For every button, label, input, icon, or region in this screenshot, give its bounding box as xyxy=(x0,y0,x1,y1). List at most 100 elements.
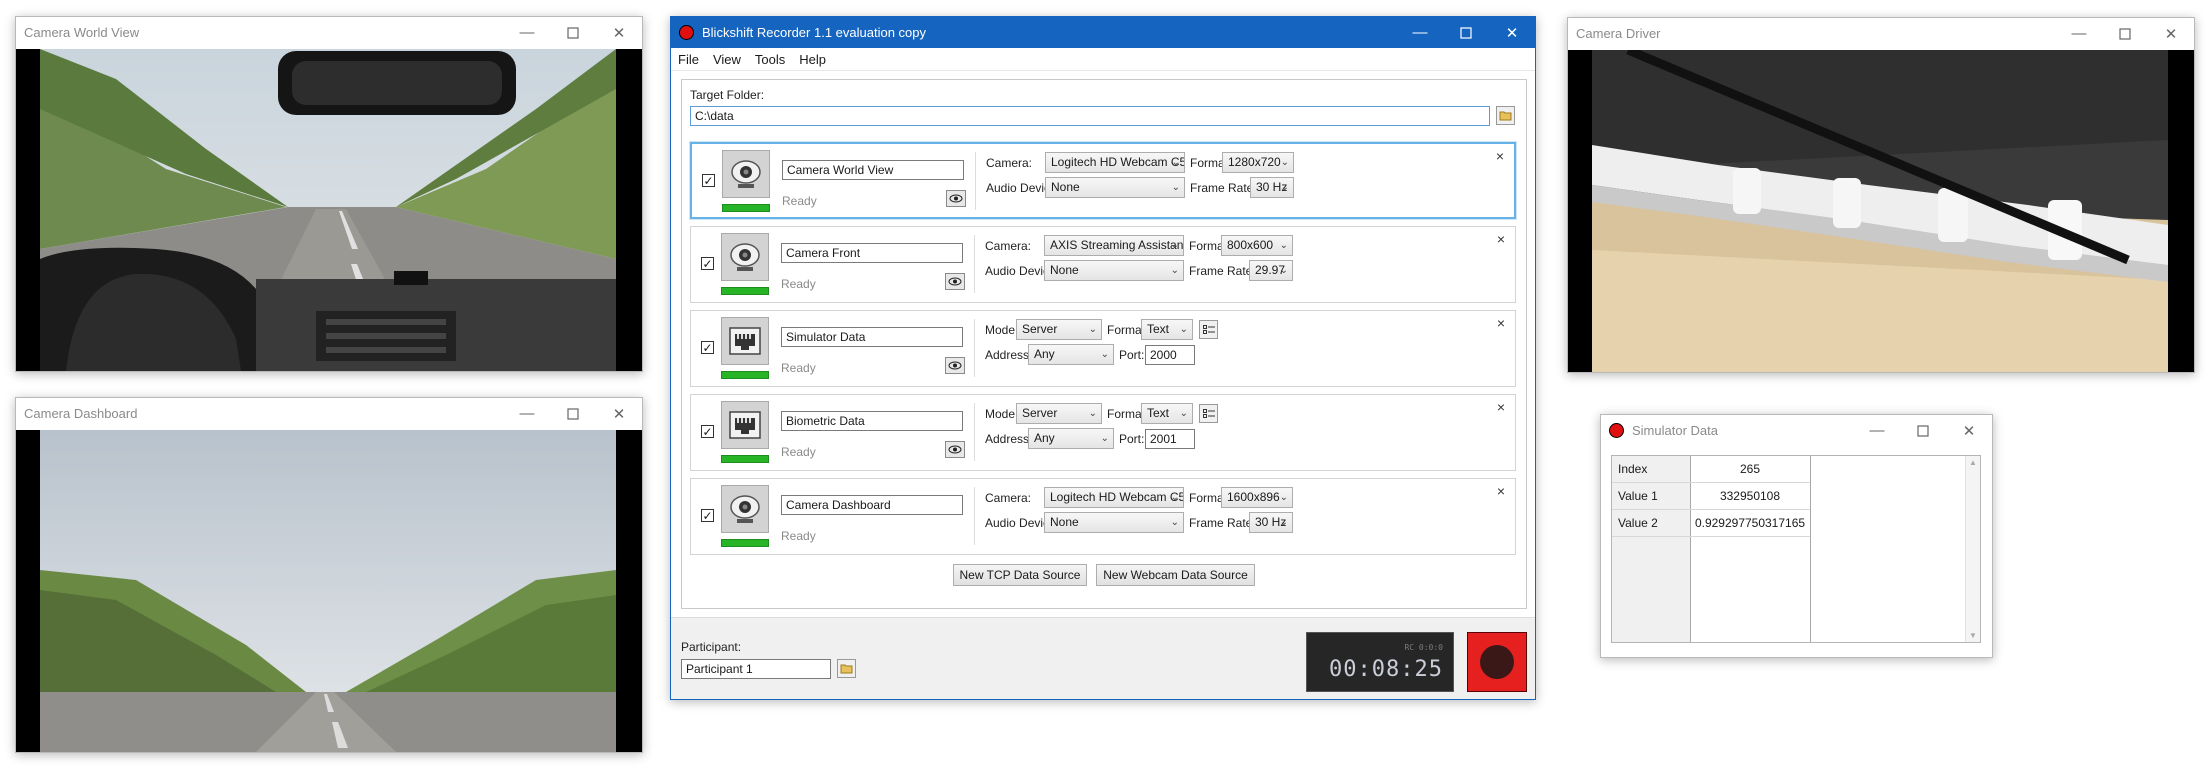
frame-rate-select[interactable]: 30 Hz ⌄ xyxy=(1249,512,1293,533)
ready-level-bar xyxy=(721,455,769,463)
minimize-icon[interactable]: — xyxy=(1854,415,1900,446)
participant-browse-button[interactable] xyxy=(837,659,856,678)
source-name-input[interactable]: Biometric Data xyxy=(781,411,963,431)
title-bar[interactable]: Camera World View — ✕ xyxy=(16,17,642,48)
scroll-down-icon[interactable]: ▼ xyxy=(1969,631,1977,640)
source-enabled-checkbox[interactable]: ✓ xyxy=(702,174,715,187)
minimize-icon[interactable]: — xyxy=(504,17,550,48)
port-input[interactable]: 2001 xyxy=(1145,429,1195,449)
card-divider xyxy=(974,319,975,377)
format-select[interactable]: 1600x896 ⌄ xyxy=(1221,487,1293,508)
address-select[interactable]: Any ⌄ xyxy=(1028,344,1114,365)
maximize-icon[interactable] xyxy=(550,398,596,429)
new-tcp-data-source-button[interactable]: New TCP Data Source xyxy=(953,564,1087,586)
camera-select[interactable]: Logitech HD Webcam C525 ⌄ xyxy=(1045,152,1185,173)
preview-eye-button[interactable] xyxy=(945,357,965,374)
source-name-input[interactable]: Simulator Data xyxy=(781,327,963,347)
maximize-icon[interactable] xyxy=(1443,17,1489,48)
source-name-input[interactable]: Camera Dashboard xyxy=(781,495,963,515)
remove-source-icon[interactable]: × xyxy=(1497,399,1505,415)
mode-select[interactable]: Server ⌄ xyxy=(1016,319,1102,340)
remove-source-icon[interactable]: × xyxy=(1497,315,1505,331)
chevron-down-icon: ⌄ xyxy=(1170,492,1179,503)
close-icon[interactable]: ✕ xyxy=(1946,415,1992,446)
camera-select[interactable]: Logitech HD Webcam C525 ⌄ xyxy=(1044,487,1184,508)
source-name-input[interactable]: Camera Front xyxy=(781,243,963,263)
record-button[interactable] xyxy=(1467,632,1527,692)
browse-folder-button[interactable] xyxy=(1496,106,1515,125)
source-card-biometric-data[interactable]: ✓ Biometric Data Ready Mode: Server ⌄ For… xyxy=(690,394,1516,471)
source-enabled-checkbox[interactable]: ✓ xyxy=(701,257,714,270)
vertical-scrollbar[interactable]: ▲ ▼ xyxy=(1965,456,1980,642)
target-folder-input[interactable]: C:\data xyxy=(690,106,1490,126)
menu-file[interactable]: File xyxy=(671,52,706,67)
audio-device-select[interactable]: None ⌄ xyxy=(1044,512,1184,533)
audio-device-select[interactable]: None ⌄ xyxy=(1045,177,1185,198)
close-icon[interactable]: ✕ xyxy=(596,398,642,429)
format-select[interactable]: Text ⌄ xyxy=(1141,319,1193,340)
menu-help[interactable]: Help xyxy=(792,52,833,67)
audio-device-select[interactable]: None ⌄ xyxy=(1044,260,1184,281)
source-card-camera-front[interactable]: ✓ Camera Front Ready Camera: AXIS Stream… xyxy=(690,226,1516,303)
remove-source-icon[interactable]: × xyxy=(1497,483,1505,499)
menu-tools[interactable]: Tools xyxy=(748,52,792,67)
camera-dashboard-window[interactable]: Camera Dashboard — ✕ xyxy=(15,397,643,753)
new-webcam-data-source-button[interactable]: New Webcam Data Source xyxy=(1096,564,1255,586)
source-status: Ready xyxy=(781,529,816,543)
row-key: Value 1 xyxy=(1618,489,1658,503)
window-title: Camera Dashboard xyxy=(24,406,138,421)
scroll-up-icon[interactable]: ▲ xyxy=(1969,458,1977,467)
minimize-icon[interactable]: — xyxy=(2056,18,2102,49)
camera-world-view-window[interactable]: Camera World View — ✕ xyxy=(15,16,643,372)
camera-driver-window[interactable]: Camera Driver — ✕ xyxy=(1567,17,2195,373)
source-enabled-checkbox[interactable]: ✓ xyxy=(701,509,714,522)
preview-eye-button[interactable] xyxy=(946,190,966,207)
source-enabled-checkbox[interactable]: ✓ xyxy=(701,425,714,438)
format-settings-button[interactable] xyxy=(1199,404,1218,423)
title-bar[interactable]: Camera Driver — ✕ xyxy=(1568,18,2194,49)
source-card-camera-world-view[interactable]: ✓ Camera World View Ready Camera: Logite… xyxy=(690,142,1516,219)
frame-rate-label: Frame Rate: xyxy=(1189,264,1256,278)
format-select[interactable]: Text ⌄ xyxy=(1141,403,1193,424)
title-bar[interactable]: Camera Dashboard — ✕ xyxy=(16,398,642,429)
format-select[interactable]: 1280x720 ⌄ xyxy=(1222,152,1294,173)
source-card-simulator-data[interactable]: ✓ Simulator Data Ready Mode: Server ⌄ For… xyxy=(690,310,1516,387)
menu-view[interactable]: View xyxy=(706,52,748,67)
title-bar[interactable]: Simulator Data — ✕ xyxy=(1601,415,1992,446)
maximize-icon[interactable] xyxy=(1900,415,1946,446)
close-icon[interactable]: ✕ xyxy=(596,17,642,48)
minimize-icon[interactable]: — xyxy=(504,398,550,429)
frame-rate-select[interactable]: 30 Hz ⌄ xyxy=(1250,177,1294,198)
world-view-video xyxy=(16,49,642,371)
close-icon[interactable]: ✕ xyxy=(2148,18,2194,49)
format-settings-button[interactable] xyxy=(1199,320,1218,339)
source-card-camera-dashboard[interactable]: ✓ Camera Dashboard Ready Camera: Logitec… xyxy=(690,478,1516,555)
preview-eye-button[interactable] xyxy=(945,441,965,458)
close-icon[interactable]: ✕ xyxy=(1489,17,1535,48)
camera-select[interactable]: AXIS Streaming Assistant Defa...⌄ xyxy=(1044,235,1184,256)
title-bar[interactable]: Blickshift Recorder 1.1 evaluation copy … xyxy=(671,17,1535,48)
address-select[interactable]: Any ⌄ xyxy=(1028,428,1114,449)
participant-input[interactable]: Participant 1 xyxy=(681,659,831,679)
window-title: Camera Driver xyxy=(1576,26,1661,41)
preview-eye-button[interactable] xyxy=(945,273,965,290)
maximize-icon[interactable] xyxy=(2102,18,2148,49)
remove-source-icon[interactable]: × xyxy=(1497,231,1505,247)
minimize-icon[interactable]: — xyxy=(1397,17,1443,48)
recorder-main-window[interactable]: Blickshift Recorder 1.1 evaluation copy … xyxy=(670,16,1536,700)
mode-select[interactable]: Server ⌄ xyxy=(1016,403,1102,424)
chevron-down-icon: ⌄ xyxy=(1279,265,1288,276)
mode-label: Mode: xyxy=(985,323,1019,337)
maximize-icon[interactable] xyxy=(550,17,596,48)
source-name-input[interactable]: Camera World View xyxy=(782,160,964,180)
format-select[interactable]: 800x600 ⌄ xyxy=(1221,235,1293,256)
row-divider xyxy=(1612,509,1810,510)
frame-rate-select[interactable]: 29.97 ⌄ xyxy=(1249,260,1293,281)
source-enabled-checkbox[interactable]: ✓ xyxy=(701,341,714,354)
remove-source-icon[interactable]: × xyxy=(1496,148,1504,164)
column-divider xyxy=(1810,456,1811,642)
simulator-data-window[interactable]: Simulator Data — ✕ ▲ ▼ Index 265 Value 1… xyxy=(1600,414,1993,658)
port-input[interactable]: 2000 xyxy=(1145,345,1195,365)
ready-level-bar xyxy=(721,371,769,379)
chevron-down-icon: ⌄ xyxy=(1280,182,1289,193)
